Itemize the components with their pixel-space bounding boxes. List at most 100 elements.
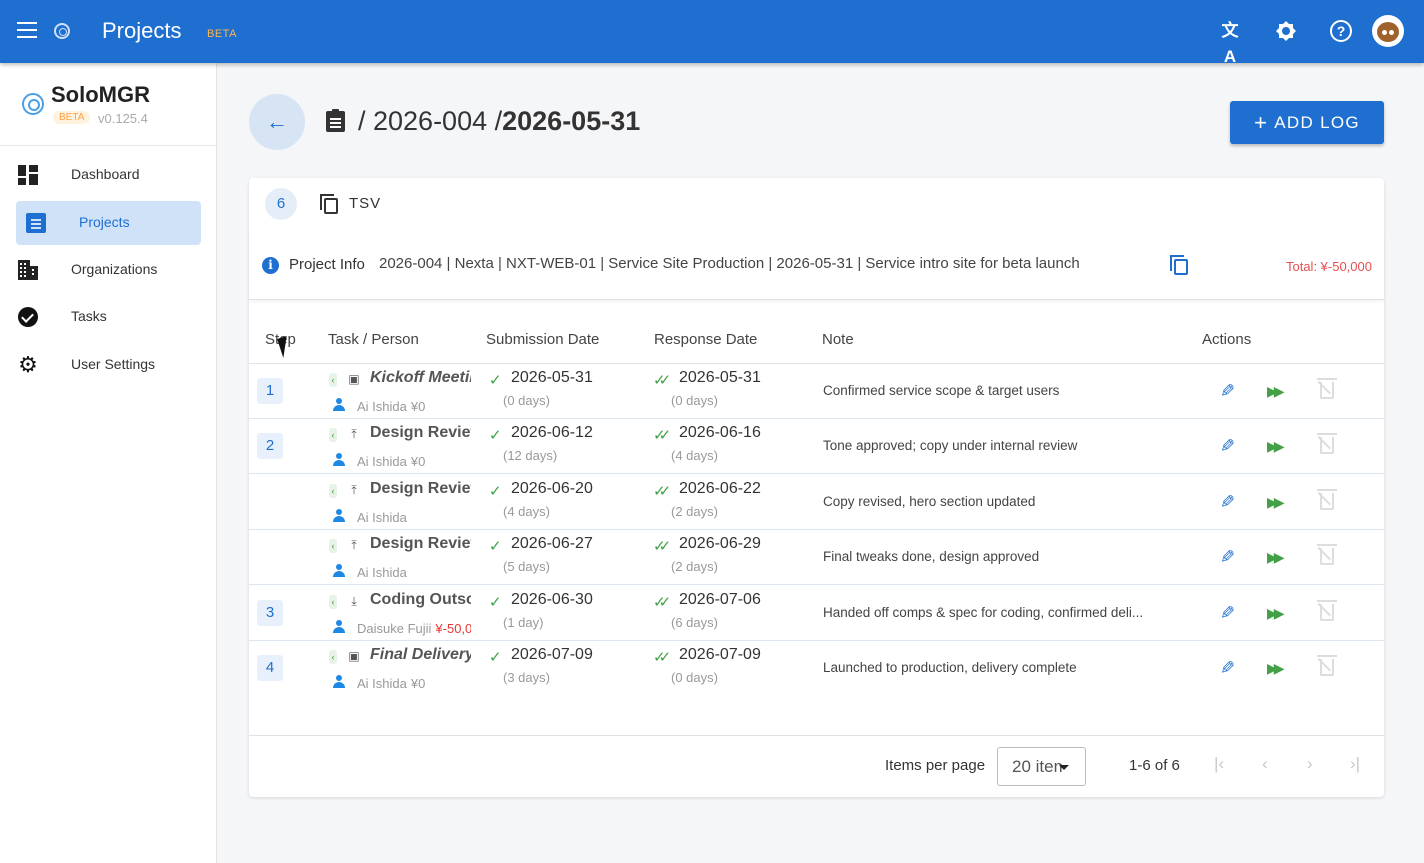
project-info-text: 2026-004 | Nexta | NXT-WEB-01 | Service …	[379, 255, 1080, 272]
person-label: Ai Ishida	[357, 565, 407, 581]
response-days: (2 days)	[671, 559, 718, 575]
check-icon: ✓	[489, 482, 502, 500]
status-chip-icon: ‹	[329, 373, 337, 387]
person-name: Ai Ishida	[357, 565, 471, 580]
check-icon: ✓	[489, 427, 502, 445]
double-check-icon: ✓✓	[653, 593, 671, 611]
first-page-icon[interactable]: |‹	[1214, 754, 1224, 774]
sidebar-item-organizations[interactable]: Organizations	[0, 248, 216, 292]
items-per-page-label: Items per page	[885, 757, 986, 774]
avatar[interactable]	[1372, 15, 1404, 47]
column-header-response-date[interactable]: Response Date	[654, 331, 757, 348]
edit-icon[interactable]: ✎	[1215, 603, 1235, 623]
table-row[interactable]: ‹ ⤒ Design Review Ai Ishida ✓ 2026-06-20…	[249, 475, 1384, 530]
table-row[interactable]: ‹ ⤒ Design Review Ai Ishida ✓ 2026-06-27…	[249, 530, 1384, 586]
fast-forward-icon[interactable]: ▶▶	[1267, 658, 1284, 678]
person-name: Ai Ishida	[357, 510, 471, 525]
sidebar-item-user-settings[interactable]: ⚙ User Settings	[0, 343, 216, 387]
edit-icon[interactable]: ✎	[1215, 436, 1235, 456]
items-per-page-select[interactable]: 20 items	[997, 747, 1086, 786]
next-page-icon[interactable]: ›	[1307, 754, 1313, 774]
app-logo-icon[interactable]	[54, 23, 70, 39]
items-per-page-value: 20 items	[1012, 757, 1062, 776]
delete-disabled-icon[interactable]	[1317, 655, 1337, 676]
column-header-submission-date[interactable]: Submission Date	[486, 331, 599, 348]
sidebar-item-label: Projects	[79, 214, 130, 230]
brand-beta-badge: BETA	[53, 111, 91, 124]
table-row[interactable]: 2 ‹ ⤒ Design Review Ai Ishida¥0 ✓ 2026-0…	[249, 419, 1384, 475]
calendar-icon: ▣	[348, 372, 360, 386]
person-label: Ai Ishida	[357, 509, 407, 525]
upload-icon: ⤒	[351, 427, 357, 442]
task-name[interactable]: Design Review	[370, 480, 471, 498]
back-button[interactable]: ←	[249, 94, 305, 150]
add-log-label: ADD LOG	[1274, 113, 1360, 132]
page-title: Projects	[102, 18, 182, 43]
amount: ¥0	[410, 454, 426, 470]
plus-icon: +	[1254, 110, 1269, 135]
submission-date: 2026-06-12	[511, 424, 593, 442]
double-check-icon: ✓✓	[653, 482, 671, 500]
menu-icon[interactable]	[17, 22, 37, 40]
edit-icon[interactable]: ✎	[1215, 547, 1235, 567]
submission-date: 2026-06-30	[511, 590, 593, 608]
edit-icon[interactable]: ✎	[1215, 658, 1235, 678]
table-row[interactable]: 4 ‹ ▣ Final Delivery Ai Ishida ¥0 ✓ 2026-…	[249, 641, 1384, 696]
person-name: Daisuke Fujii¥-50,000	[357, 621, 471, 636]
clipboard-icon	[26, 213, 46, 233]
person-label: Ai Ishida	[357, 399, 407, 414]
fast-forward-icon[interactable]: ▶▶	[1267, 492, 1284, 512]
last-page-icon[interactable]: ›|	[1350, 754, 1360, 774]
page-range: 1-6 of 6	[1129, 757, 1180, 774]
submission-days: (0 days)	[503, 393, 550, 408]
add-log-button[interactable]: + ADD LOG	[1230, 101, 1384, 144]
log-card: 6 TSV i Project Info 2026-004 | Nexta | …	[249, 178, 1384, 797]
sidebar-item-label: Organizations	[71, 261, 158, 277]
person-icon	[332, 508, 346, 523]
response-date: 2026-07-09	[679, 646, 761, 663]
fast-forward-icon[interactable]: ▶▶	[1267, 436, 1284, 456]
note: Copy revised, hero section updated	[823, 493, 1036, 509]
column-header-task-person[interactable]: Task / Person	[328, 331, 419, 348]
edit-icon[interactable]: ✎	[1215, 492, 1235, 512]
delete-disabled-icon[interactable]	[1317, 488, 1337, 510]
table-row[interactable]: 3 ‹ ⤓ Coding Outsource Daisuke Fujii¥-50…	[249, 586, 1384, 641]
response-date: 2026-05-31	[679, 369, 761, 386]
fast-forward-icon[interactable]: ▶▶	[1267, 381, 1284, 401]
task-name[interactable]: Design Review	[370, 535, 471, 553]
person-label: Ai Ishida	[357, 454, 407, 470]
delete-disabled-icon[interactable]	[1317, 433, 1337, 455]
step-badge: 2	[257, 433, 283, 460]
translate-icon[interactable]: 文A	[1217, 18, 1243, 66]
task-name[interactable]: Coding Outsource	[370, 591, 471, 609]
submission-days: (1 day)	[503, 614, 544, 630]
delete-disabled-icon[interactable]	[1317, 599, 1337, 621]
sidebar-item-dashboard[interactable]: Dashboard	[0, 153, 216, 197]
note: Confirmed service scope & target users	[823, 383, 1060, 398]
person-icon	[332, 564, 346, 578]
calendar-icon: ▣	[348, 649, 360, 663]
delete-disabled-icon[interactable]	[1317, 544, 1337, 566]
sidebar-item-projects[interactable]: Projects	[0, 201, 216, 245]
note: Handed off comps & spec for coding, conf…	[823, 604, 1144, 620]
help-icon[interactable]: ?	[1328, 18, 1354, 44]
double-check-icon: ✓✓	[653, 538, 671, 556]
task-name[interactable]: Final Delivery	[370, 646, 471, 664]
sidebar-item-tasks[interactable]: Tasks	[0, 295, 216, 339]
step-badge: 3	[257, 599, 283, 626]
project-info-label: Project Info	[289, 256, 365, 273]
delete-disabled-icon[interactable]	[1317, 378, 1337, 399]
table-row[interactable]: 1 ‹ ▣ Kickoff Meeting Ai Ishida¥0 ✓ 2026…	[249, 364, 1384, 419]
check-icon: ✓	[489, 593, 502, 611]
task-name[interactable]: Kickoff Meeting	[370, 369, 471, 387]
theme-toggle-icon[interactable]	[1273, 18, 1299, 44]
fast-forward-icon[interactable]: ▶▶	[1267, 547, 1284, 567]
copy-icon[interactable]	[320, 194, 338, 214]
tsv-button[interactable]: TSV	[349, 195, 381, 212]
task-name[interactable]: Design Review	[370, 424, 471, 442]
column-header-note[interactable]: Note	[822, 331, 854, 348]
breadcrumb-path: / 2026-004 /	[358, 106, 503, 136]
previous-page-icon[interactable]: ‹	[1262, 754, 1268, 774]
fast-forward-icon[interactable]: ▶▶	[1267, 603, 1284, 623]
edit-icon[interactable]: ✎	[1215, 381, 1235, 401]
